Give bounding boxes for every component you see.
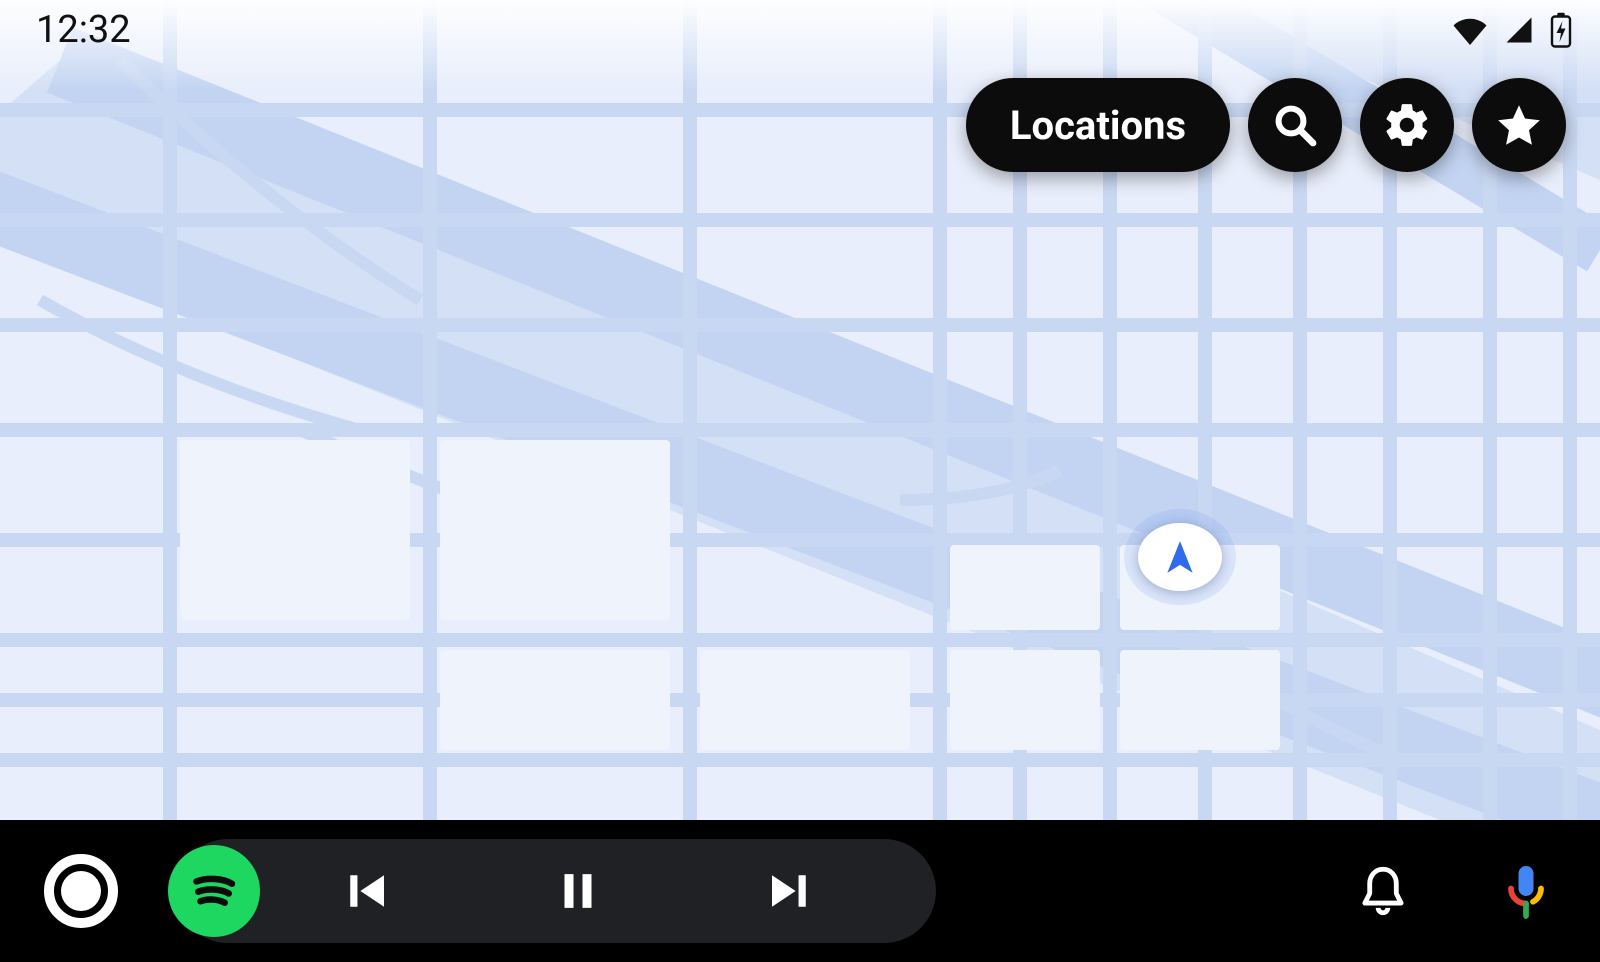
notifications-button[interactable] bbox=[1354, 862, 1412, 920]
skip-next-icon bbox=[763, 864, 817, 918]
next-track-button[interactable] bbox=[684, 864, 896, 918]
current-location-marker[interactable] bbox=[1138, 523, 1222, 591]
media-control-pill bbox=[176, 839, 936, 943]
assistant-mic-icon bbox=[1496, 861, 1556, 921]
wifi-icon bbox=[1452, 15, 1488, 45]
car-right-icons bbox=[1354, 861, 1556, 921]
pause-button[interactable] bbox=[472, 864, 684, 918]
pause-icon bbox=[551, 864, 605, 918]
assistant-button[interactable] bbox=[1496, 861, 1556, 921]
locations-label: Locations bbox=[1010, 102, 1186, 149]
status-bar: 12:32 bbox=[0, 0, 1600, 60]
car-nav-bar bbox=[0, 820, 1600, 962]
search-icon bbox=[1271, 101, 1319, 149]
locations-button[interactable]: Locations bbox=[966, 78, 1230, 172]
spotify-icon bbox=[184, 861, 244, 921]
navigation-arrow-icon bbox=[1161, 538, 1199, 576]
battery-charging-icon bbox=[1550, 12, 1572, 48]
skip-previous-icon bbox=[339, 864, 393, 918]
gear-icon bbox=[1382, 100, 1432, 150]
favorites-button[interactable] bbox=[1472, 78, 1566, 172]
home-button[interactable] bbox=[44, 854, 118, 928]
cell-signal-icon bbox=[1502, 15, 1536, 45]
star-icon bbox=[1494, 100, 1544, 150]
bell-icon bbox=[1354, 862, 1412, 920]
settings-button[interactable] bbox=[1360, 78, 1454, 172]
map-top-controls: Locations bbox=[966, 78, 1566, 172]
previous-track-button[interactable] bbox=[260, 864, 472, 918]
phone-screen: 12:32 Locat bbox=[0, 0, 1600, 962]
search-button[interactable] bbox=[1248, 78, 1342, 172]
spotify-app-icon[interactable] bbox=[168, 845, 260, 937]
clock: 12:32 bbox=[36, 8, 131, 52]
